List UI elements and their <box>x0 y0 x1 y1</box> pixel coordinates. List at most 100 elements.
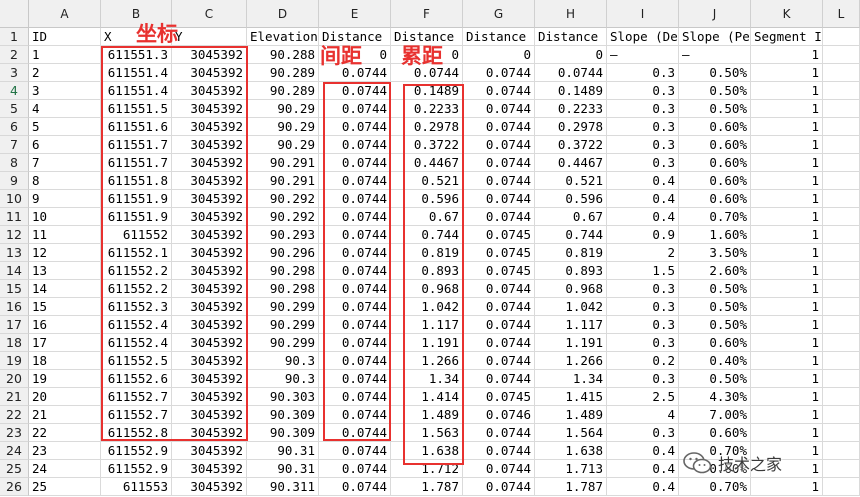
table-cell[interactable]: 0.67 <box>391 208 463 226</box>
table-cell[interactable]: 3.50% <box>679 244 751 262</box>
table-cell[interactable]: 0.2978 <box>391 118 463 136</box>
table-cell[interactable]: 0.60% <box>679 136 751 154</box>
table-cell[interactable]: 0.596 <box>535 190 607 208</box>
row-header-26[interactable]: 26 <box>0 478 29 496</box>
table-cell[interactable]: 1.191 <box>535 334 607 352</box>
header-cell[interactable]: Y <box>172 28 247 46</box>
table-cell[interactable]: 1 <box>751 136 823 154</box>
row-header-18[interactable]: 18 <box>0 334 29 352</box>
table-cell[interactable]: 1.34 <box>535 370 607 388</box>
table-cell[interactable]: 611551.4 <box>101 82 172 100</box>
row-header-1[interactable]: 1 <box>0 28 29 46</box>
table-cell[interactable]: 1 <box>751 154 823 172</box>
table-cell[interactable]: 611553 <box>101 478 172 496</box>
table-cell[interactable] <box>823 118 860 136</box>
table-cell[interactable]: 0.0744 <box>319 280 391 298</box>
table-cell[interactable]: 0.0744 <box>319 136 391 154</box>
table-cell[interactable]: 1.712 <box>391 460 463 478</box>
table-cell[interactable]: 0.4 <box>607 460 679 478</box>
table-cell[interactable]: 4 <box>607 406 679 424</box>
table-cell[interactable]: 2.5 <box>607 388 679 406</box>
table-cell[interactable]: 0.0744 <box>463 352 535 370</box>
table-cell[interactable]: 4.30% <box>679 388 751 406</box>
table-cell[interactable]: 1.34 <box>391 370 463 388</box>
table-cell[interactable]: 1.489 <box>535 406 607 424</box>
table-cell[interactable]: 611552.2 <box>101 262 172 280</box>
table-cell[interactable]: 0.70% <box>679 208 751 226</box>
table-cell[interactable]: 90.298 <box>247 262 319 280</box>
column-header-i[interactable]: I <box>607 0 679 28</box>
table-cell[interactable]: 0.0745 <box>463 244 535 262</box>
table-cell[interactable]: — <box>679 46 751 64</box>
table-cell[interactable]: 3045392 <box>172 136 247 154</box>
table-cell[interactable]: 611552.7 <box>101 406 172 424</box>
table-cell[interactable]: 0.0744 <box>319 190 391 208</box>
row-header-25[interactable]: 25 <box>0 460 29 478</box>
column-header-a[interactable]: A <box>29 0 101 28</box>
table-cell[interactable]: 0.2 <box>607 352 679 370</box>
table-cell[interactable]: 0.2978 <box>535 118 607 136</box>
table-cell[interactable]: 2 <box>607 244 679 262</box>
table-cell[interactable]: 90.298 <box>247 280 319 298</box>
column-header-l[interactable]: L <box>823 0 860 28</box>
table-cell[interactable]: 1.266 <box>391 352 463 370</box>
table-cell[interactable]: 90.291 <box>247 172 319 190</box>
table-cell[interactable]: 0.40% <box>679 352 751 370</box>
table-cell[interactable]: 3045392 <box>172 172 247 190</box>
table-cell[interactable]: 0.0744 <box>463 424 535 442</box>
table-cell[interactable]: 1 <box>751 244 823 262</box>
table-cell[interactable]: 2.60% <box>679 262 751 280</box>
table-cell[interactable]: 0 <box>535 46 607 64</box>
column-header-k[interactable]: K <box>751 0 823 28</box>
table-cell[interactable] <box>823 424 860 442</box>
table-cell[interactable]: 1.414 <box>391 388 463 406</box>
table-cell[interactable]: 0.0744 <box>319 298 391 316</box>
table-cell[interactable]: 611551.5 <box>101 100 172 118</box>
header-cell[interactable]: Slope (De <box>607 28 679 46</box>
table-cell[interactable]: 3045392 <box>172 100 247 118</box>
table-cell[interactable]: 0.0744 <box>319 262 391 280</box>
row-header-6[interactable]: 6 <box>0 118 29 136</box>
table-cell[interactable]: 0.0744 <box>319 172 391 190</box>
table-cell[interactable]: 14 <box>29 280 101 298</box>
table-cell[interactable]: 0.4 <box>607 478 679 496</box>
row-header-13[interactable]: 13 <box>0 244 29 262</box>
table-cell[interactable]: 0.3 <box>607 316 679 334</box>
table-cell[interactable]: 0 <box>463 46 535 64</box>
table-cell[interactable] <box>823 406 860 424</box>
table-cell[interactable]: 0.521 <box>391 172 463 190</box>
table-cell[interactable]: 611551.8 <box>101 172 172 190</box>
table-cell[interactable]: 0.0744 <box>463 334 535 352</box>
table-cell[interactable]: 3045392 <box>172 82 247 100</box>
table-cell[interactable] <box>823 136 860 154</box>
table-cell[interactable]: 0.60% <box>679 190 751 208</box>
table-cell[interactable]: 0.0744 <box>463 370 535 388</box>
table-cell[interactable]: 19 <box>29 370 101 388</box>
header-cell[interactable]: Elevation <box>247 28 319 46</box>
table-cell[interactable]: 90.292 <box>247 208 319 226</box>
table-cell[interactable]: 1.713 <box>535 460 607 478</box>
table-cell[interactable]: 90.293 <box>247 226 319 244</box>
table-cell[interactable]: 0.744 <box>391 226 463 244</box>
table-cell[interactable]: 0.0744 <box>463 64 535 82</box>
table-cell[interactable]: 3045392 <box>172 208 247 226</box>
table-cell[interactable]: 0.3 <box>607 118 679 136</box>
table-cell[interactable]: 0.0744 <box>463 208 535 226</box>
table-cell[interactable]: 3045392 <box>172 262 247 280</box>
table-cell[interactable]: 1 <box>751 208 823 226</box>
table-cell[interactable]: 0.0744 <box>319 334 391 352</box>
table-cell[interactable]: 0.50% <box>679 370 751 388</box>
table-cell[interactable]: 0.0745 <box>463 262 535 280</box>
table-cell[interactable]: 3045392 <box>172 46 247 64</box>
table-cell[interactable]: 13 <box>29 262 101 280</box>
table-cell[interactable] <box>823 334 860 352</box>
table-cell[interactable]: 1.042 <box>535 298 607 316</box>
row-header-22[interactable]: 22 <box>0 406 29 424</box>
table-cell[interactable]: 0.3 <box>607 64 679 82</box>
table-cell[interactable]: 0.9 <box>607 226 679 244</box>
table-cell[interactable]: 1 <box>751 172 823 190</box>
table-cell[interactable]: 0.596 <box>391 190 463 208</box>
table-cell[interactable]: 0.0744 <box>319 316 391 334</box>
table-cell[interactable]: 3045392 <box>172 352 247 370</box>
table-cell[interactable]: 611552.9 <box>101 442 172 460</box>
